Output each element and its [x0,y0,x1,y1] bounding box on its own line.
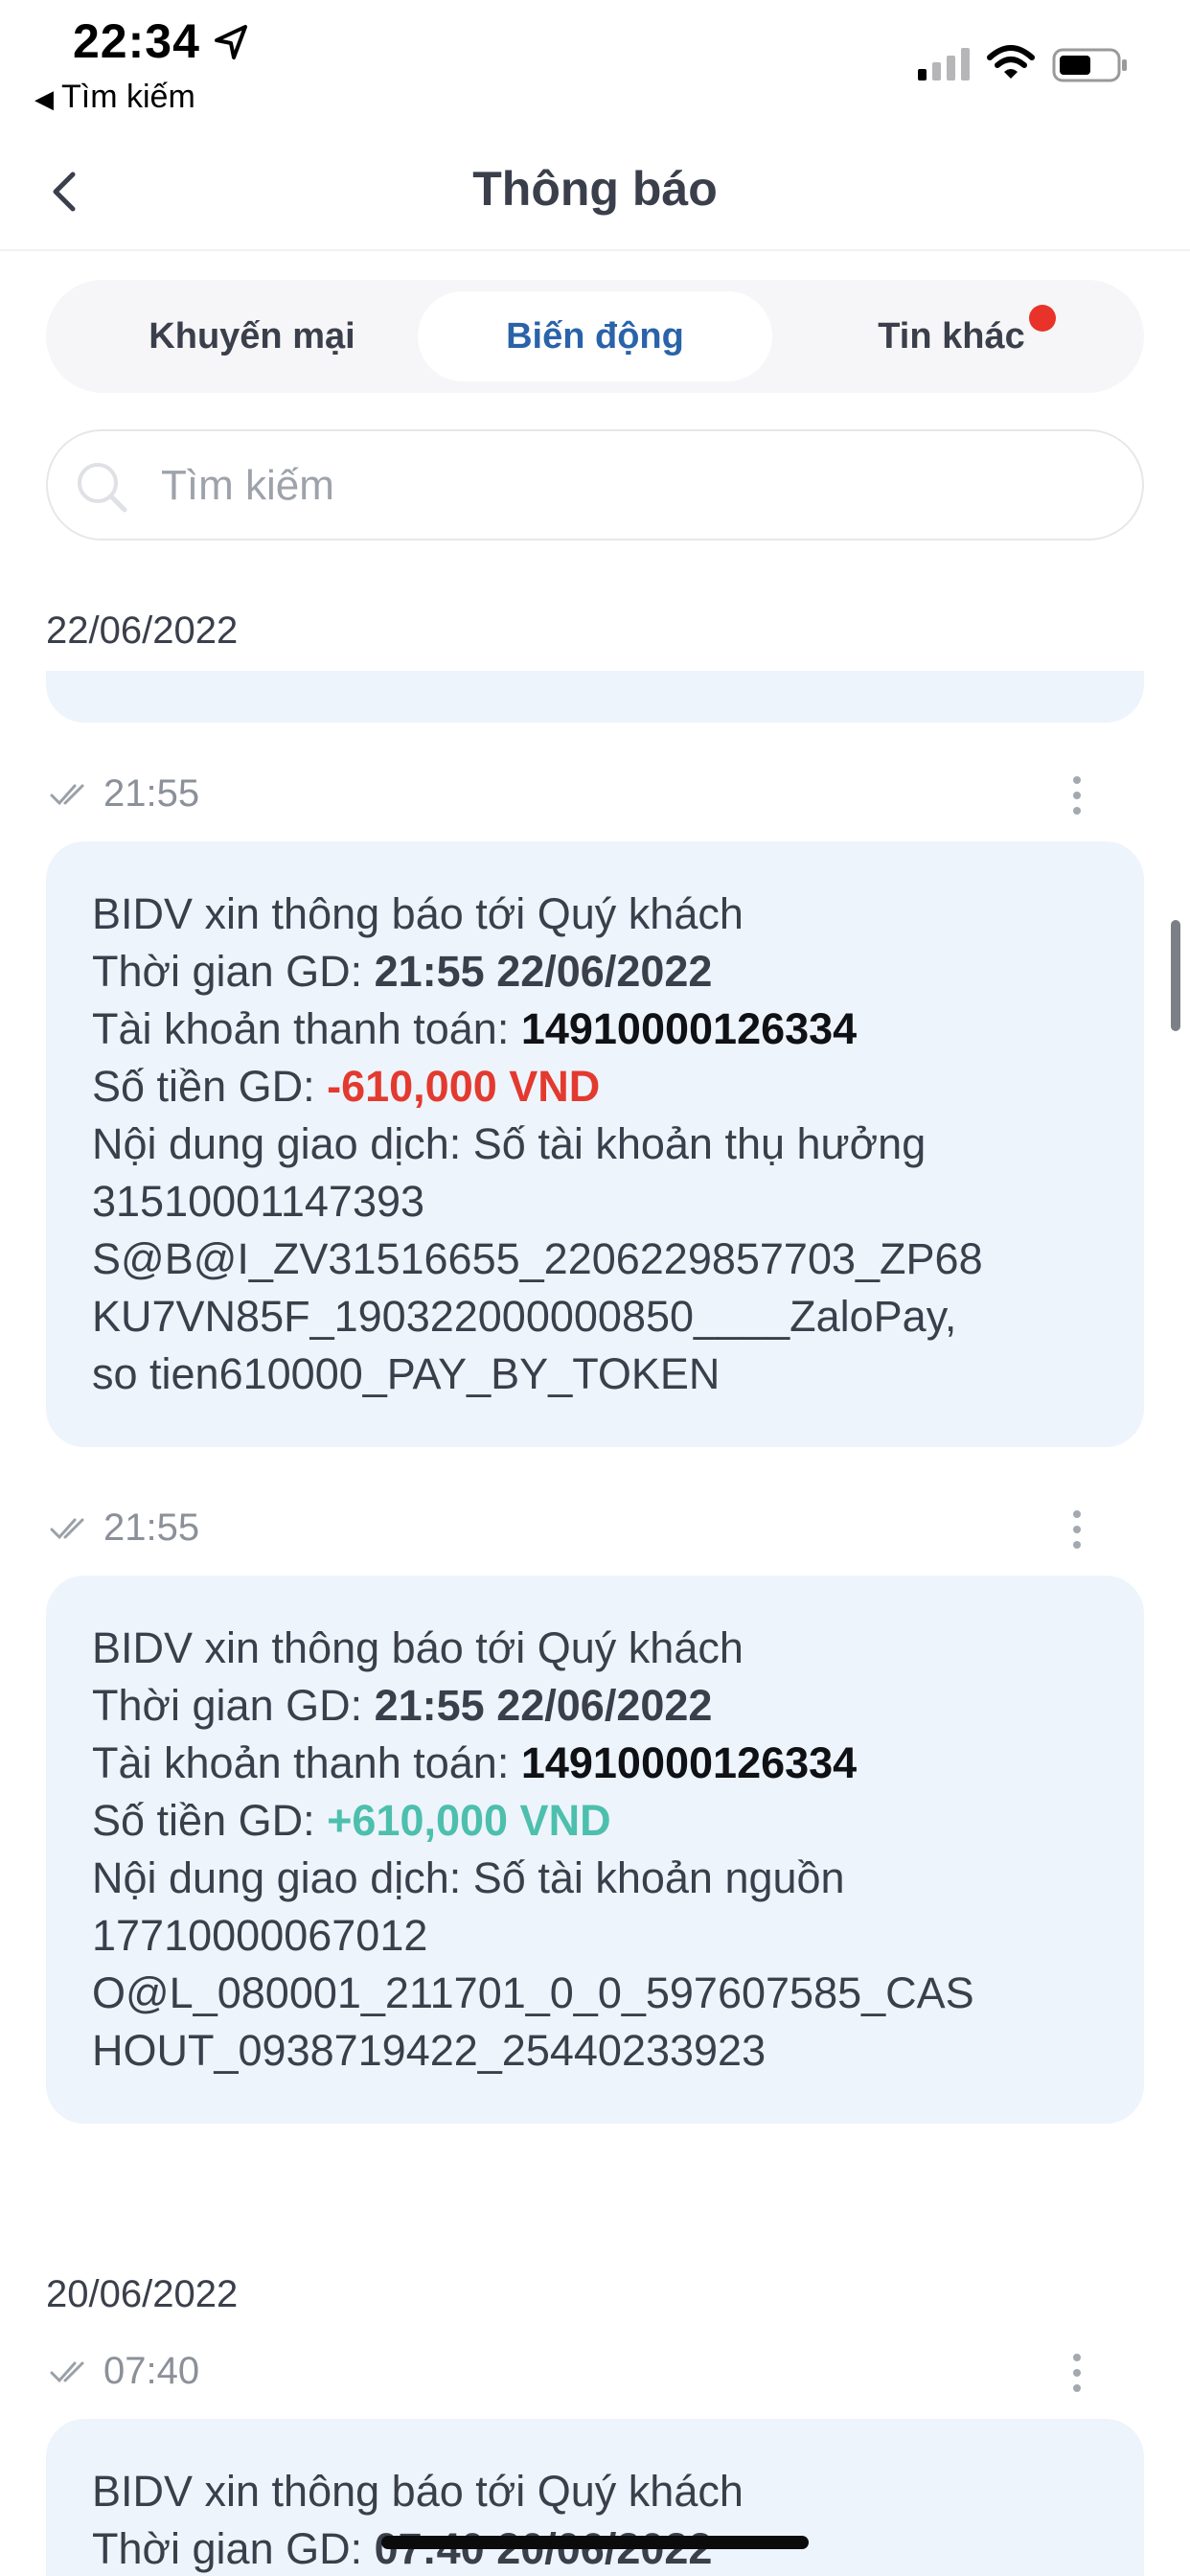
transaction-message-card[interactable]: BIDV xin thông báo tới Quý khách Thời gi… [46,2419,1144,2576]
date-group-label: 22/06/2022 [46,610,239,652]
transaction-time-value: 21:55 22/06/2022 [374,1681,713,1730]
content-line: Nội dung giao dịch: Số tài khoản nguồn [92,1853,845,1902]
transaction-time-line: Thời gian GD: 21:55 22/06/2022 [92,1677,1100,1735]
message-time: 07:40 [103,2350,200,2392]
content-line: so tien610000_PAY_BY_TOKEN [92,1349,721,1398]
account-line: Tài khoản thanh toán: 14910000126334 [92,1000,1100,1058]
back-app-label: Tìm kiếm [61,79,195,115]
battery-icon [1052,48,1127,82]
amount-label: Số tiền GD: [92,1062,328,1111]
account-line: Tài khoản thanh toán: 14910000126334 [92,1735,1100,1792]
transaction-time-value: 21:55 22/06/2022 [374,947,713,996]
transaction-time-label: Thời gian GD: [92,947,375,996]
double-check-icon [50,784,84,806]
more-options-icon[interactable] [1067,1506,1087,1552]
scrollbar[interactable] [1171,920,1180,1031]
content-line: O@L_080001_211701_0_0_597607585_CAS [92,1968,974,2017]
date-group-label: 20/06/2022 [46,2273,239,2315]
account-label: Tài khoản thanh toán: [92,1738,521,1787]
status-bar: 22:34 ◀ Tìm kiếm [0,0,1190,134]
transaction-time-line: Thời gian GD: 21:55 22/06/2022 [92,943,1100,1000]
wifi-icon [987,45,1035,79]
home-indicator[interactable] [381,2536,809,2549]
message-greeting: BIDV xin thông báo tới Quý khách [92,889,744,938]
account-label: Tài khoản thanh toán: [92,1004,521,1053]
message-meta-row: 21:55 [46,1501,1144,1558]
more-options-icon[interactable] [1067,2350,1087,2396]
amount-line: Số tiền GD: +610,000 VND [92,1792,1100,1850]
location-arrow-icon [215,25,247,59]
message-time: 21:55 [103,1506,200,1549]
message-meta-row: 07:40 [46,2344,1144,2402]
previous-message-card [46,671,1144,723]
search-input[interactable] [161,450,1100,521]
message-greeting: BIDV xin thông báo tới Quý khách [92,1623,744,1672]
tab-bar: Khuyến mại Biến động Tin khác [46,280,1144,393]
cellular-signal-icon [918,48,970,80]
amount-credit: +610,000 VND [327,1796,611,1845]
more-options-icon[interactable] [1067,772,1087,818]
message-time: 21:55 [103,772,200,815]
double-check-icon [50,2361,84,2383]
content-line: Nội dung giao dịch: Số tài khoản thụ hưở… [92,1119,927,1168]
transaction-time-label: Thời gian GD: [92,1681,375,1730]
search-icon [78,463,127,513]
transaction-message-card[interactable]: BIDV xin thông báo tới Quý khách Thời gi… [46,841,1144,1447]
content-line: S@B@I_ZV31516655_2206229857703_ZP68 [92,1234,983,1283]
transaction-time-label: Thời gian GD: [92,2524,375,2573]
double-check-icon [50,1518,84,1540]
message-greeting: BIDV xin thông báo tới Quý khách [92,2467,744,2516]
amount-label: Số tiền GD: [92,1796,328,1845]
message-meta-row: 21:55 [46,767,1144,824]
tab-other-news[interactable]: Tin khác [774,291,1129,381]
account-number: 14910000126334 [520,1738,858,1787]
transaction-message-card[interactable]: BIDV xin thông báo tới Quý khách Thời gi… [46,1576,1144,2124]
notification-badge [1029,305,1056,332]
tab-balance-changes[interactable]: Biến động [418,291,772,381]
status-time: 22:34 [73,14,200,68]
page-title: Thông báo [472,162,718,216]
back-to-app-link[interactable]: ◀ Tìm kiếm [34,79,195,116]
amount-line: Số tiền GD: -610,000 VND [92,1058,1100,1116]
back-triangle-icon: ◀ [34,84,54,113]
account-number: 14910000126334 [520,1004,858,1053]
navigation-header: Thông báo [0,134,1190,251]
content-line: HOUT_0938719422_25440233923 [92,2026,767,2075]
search-bar [46,429,1144,540]
content-line: KU7VN85F_190322000000850____ZaloPay, [92,1292,957,1341]
tab-promotions[interactable]: Khuyến mại [75,291,429,381]
content-line: 31510001147393 [92,1177,425,1226]
content-line: 17710000067012 [92,1911,428,1960]
amount-debit: -610,000 VND [327,1062,601,1111]
